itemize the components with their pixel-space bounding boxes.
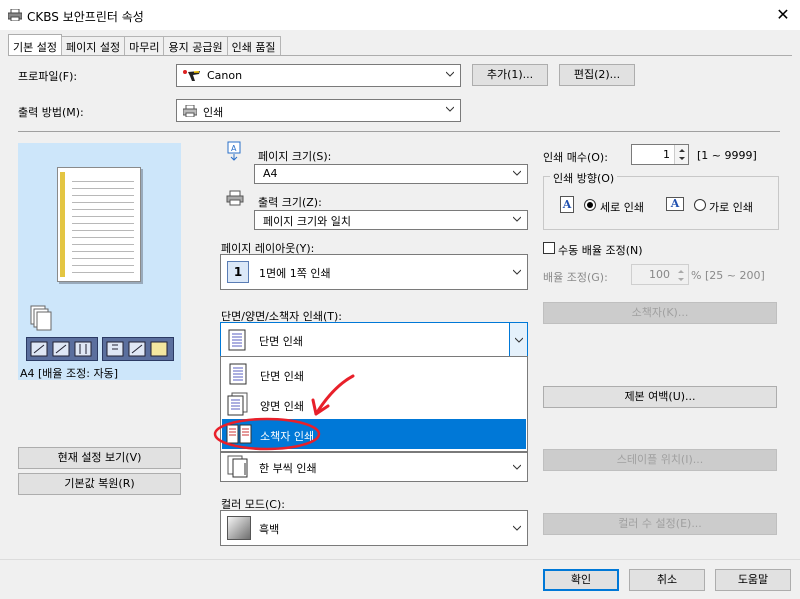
preview-caption: A4 [배율 조정: 자동] [20, 367, 119, 380]
output-label: 출력 방법(M): [18, 106, 84, 119]
collate-select[interactable]: 한 부씩 인쇄 [220, 452, 528, 482]
scale-value: 100 [649, 268, 670, 281]
page-flow-icon [30, 341, 92, 357]
copies-stepper[interactable] [674, 145, 688, 164]
ok-button[interactable]: 확인 [543, 569, 619, 591]
red-annotation [213, 374, 355, 451]
manual-scale-checkbox[interactable] [543, 242, 555, 254]
chevron-down-icon [513, 170, 521, 176]
tab-finishing[interactable]: 마무리 [124, 36, 165, 55]
stepper-arrows-icon [679, 149, 685, 160]
scale-spinner[interactable]: 100 [631, 264, 689, 285]
tab-page-setup[interactable]: 페이지 설정 [60, 36, 126, 55]
help-button[interactable]: 도움말 [715, 569, 791, 591]
output-size-icon [226, 190, 244, 206]
page-size-value: A4 [263, 167, 278, 180]
close-button[interactable]: ✕ [770, 4, 796, 26]
profile-icon [183, 70, 200, 81]
preview-page [57, 167, 141, 282]
svg-text:A: A [231, 144, 237, 153]
orientation-legend: 인쇄 방향(O) [550, 170, 618, 186]
copies-spinner[interactable]: 1 [631, 144, 689, 165]
copies-label: 인쇄 매수(O): [543, 151, 608, 164]
staple-position-button[interactable]: 스테이플 위치(I)... [543, 449, 777, 471]
copies-value: 1 [663, 148, 670, 161]
portrait-icon: A [560, 196, 574, 213]
chevron-down-icon [513, 269, 521, 275]
chevron-down-icon [515, 337, 523, 343]
portrait-label: 세로 인쇄 [600, 201, 644, 214]
profile-label: 프로파일(F): [18, 70, 78, 83]
section-divider [18, 131, 780, 132]
output-size-label: 출력 크기(Z): [258, 196, 322, 209]
chevron-down-icon [513, 525, 521, 531]
copies-stack-icon [30, 305, 52, 331]
footer-divider [0, 559, 800, 560]
landscape-icon: A [666, 197, 684, 211]
duplex-mode-icons [26, 337, 98, 361]
color-mode-value: 흑백 [259, 523, 280, 536]
output-select[interactable]: 인쇄 [176, 99, 461, 122]
view-settings-button[interactable]: 현재 설정 보기(V) [18, 447, 181, 469]
tab-print-quality[interactable]: 인쇄 품질 [226, 36, 281, 55]
page-size-icon: A [227, 141, 241, 161]
duplex-select[interactable]: 단면 인쇄 [220, 322, 528, 358]
duplex-value: 단면 인쇄 [259, 335, 303, 348]
layout-select[interactable]: 1 1면에 1쪽 인쇄 [220, 254, 528, 290]
tab-basic[interactable]: 기본 설정 [8, 34, 62, 55]
cancel-button[interactable]: 취소 [629, 569, 705, 591]
layout-number-icon: 1 [227, 261, 249, 283]
tab-paper-source[interactable]: 용지 공급원 [163, 36, 228, 55]
chevron-down-icon [513, 216, 521, 222]
landscape-radio[interactable] [694, 199, 706, 211]
color-mode-select[interactable]: 흑백 [220, 510, 528, 546]
profile-edit-button[interactable]: 편집(2)... [559, 64, 635, 86]
manual-scale-label: 수동 배율 조정(N) [558, 244, 643, 257]
binding-margin-button[interactable]: 제본 여백(U)... [543, 386, 777, 408]
chevron-down-icon [446, 106, 454, 112]
stepper-arrows-icon [678, 270, 684, 281]
page-size-select[interactable]: A4 [254, 164, 528, 184]
duplex-dropdown-toggle[interactable] [509, 323, 527, 357]
copies-range: [1 ~ 9999] [697, 149, 757, 162]
window-title: CKBS 보안프린터 속성 [27, 10, 144, 24]
binding-edge [60, 172, 65, 277]
collate-value: 한 부씩 인쇄 [259, 462, 317, 475]
profile-value: Canon [207, 69, 243, 82]
page-size-label: 페이지 크기(S): [258, 150, 332, 163]
layout-value: 1면에 1쪽 인쇄 [259, 267, 331, 280]
printer-icon [183, 105, 197, 117]
title-bar: CKBS 보안프린터 속성 ✕ [0, 0, 800, 30]
booklet-button[interactable]: 소책자(K)... [543, 302, 777, 324]
collate-icon [227, 455, 248, 478]
scale-range: % [25 ~ 200] [691, 269, 765, 282]
output-size-select[interactable]: 페이지 크기와 일치 [254, 210, 528, 230]
landscape-label: 가로 인쇄 [709, 201, 753, 214]
color-settings-button[interactable]: 컬러 수 설정(E)... [543, 513, 777, 535]
tab-bar: 기본 설정 페이지 설정 마무리 용지 공급원 인쇄 품질 [8, 34, 281, 55]
chevron-down-icon [446, 71, 454, 77]
page-lines [72, 178, 134, 274]
chevron-down-icon [513, 464, 521, 470]
grayscale-icon [227, 516, 251, 540]
profile-select[interactable]: Canon [176, 64, 461, 87]
output-value: 인쇄 [203, 106, 224, 119]
print-preview: A4 [배율 조정: 자동] [18, 143, 181, 380]
profile-add-button[interactable]: 추가(1)... [472, 64, 548, 86]
restore-defaults-button[interactable]: 기본값 복원(R) [18, 473, 181, 495]
scale-label: 배율 조정(G): [543, 271, 608, 284]
output-size-value: 페이지 크기와 일치 [263, 215, 351, 228]
printer-icon [8, 9, 22, 21]
orientation-group: 인쇄 방향(O) A 세로 인쇄 A 가로 인쇄 [543, 170, 779, 230]
staple-flow-icon [106, 341, 168, 357]
portrait-radio[interactable] [584, 199, 596, 211]
tab-divider [8, 55, 792, 56]
single-sided-icon [228, 329, 246, 351]
finish-mode-icons [102, 337, 174, 361]
